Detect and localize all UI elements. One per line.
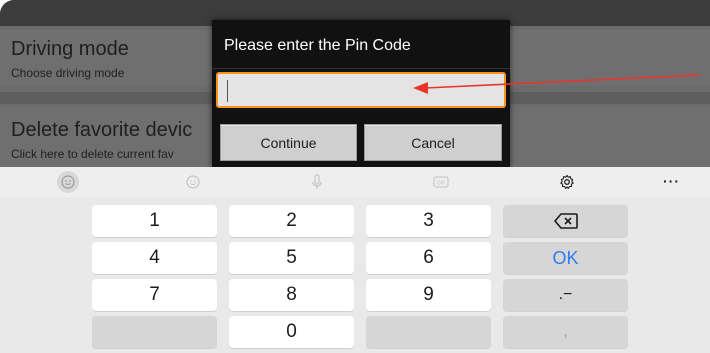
blank-key bbox=[366, 316, 491, 348]
key-5[interactable]: 5 bbox=[229, 242, 354, 274]
backspace-key[interactable] bbox=[503, 205, 628, 237]
key-4[interactable]: 4 bbox=[92, 242, 217, 274]
key-3[interactable]: 3 bbox=[366, 205, 491, 237]
ok-key[interactable]: OK bbox=[503, 242, 628, 274]
key-9[interactable]: 9 bbox=[366, 279, 491, 311]
svg-text:GIF: GIF bbox=[437, 181, 445, 187]
key-6[interactable]: 6 bbox=[366, 242, 491, 274]
settings-icon[interactable] bbox=[556, 171, 578, 193]
key-0[interactable]: 0 bbox=[229, 316, 354, 348]
key-1[interactable]: 1 bbox=[92, 205, 217, 237]
backspace-icon bbox=[553, 213, 578, 229]
key-2[interactable]: 2 bbox=[229, 205, 354, 237]
keyboard-toolbar: GIF ··· bbox=[0, 167, 710, 197]
comma-key[interactable]: , bbox=[503, 316, 628, 348]
more-icon[interactable]: ··· bbox=[663, 173, 680, 189]
sticker-icon[interactable] bbox=[182, 171, 204, 193]
numeric-keyboard: 1 2 3 4 5 6 OK 7 8 9 .− 0 , bbox=[0, 197, 710, 353]
blank-key bbox=[92, 316, 217, 348]
gif-icon[interactable]: GIF bbox=[430, 171, 452, 193]
emoji-icon[interactable] bbox=[57, 171, 79, 193]
dot-dash-key[interactable]: .− bbox=[503, 279, 628, 311]
key-8[interactable]: 8 bbox=[229, 279, 354, 311]
microphone-icon[interactable] bbox=[306, 171, 328, 193]
key-7[interactable]: 7 bbox=[92, 279, 217, 311]
